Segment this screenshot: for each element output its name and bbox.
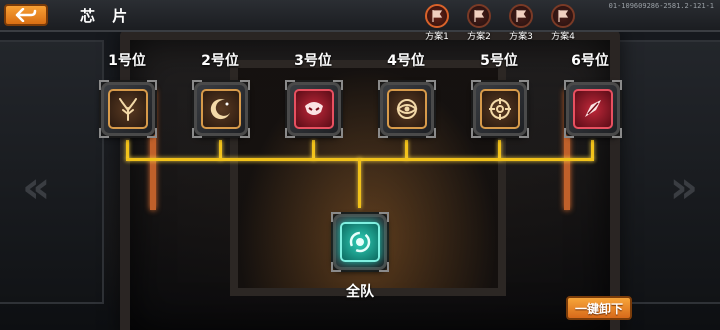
build-id-text: 01-109609286-2581.2-121-1 bbox=[608, 2, 714, 10]
slot-2-label: 2号位 bbox=[201, 53, 239, 69]
chip-slot-3[interactable] bbox=[285, 80, 343, 138]
left-wall-panel: « bbox=[0, 40, 104, 304]
preset-tabs: 方案1 方案2 方案3 方案4 bbox=[420, 4, 580, 42]
page-title: 芯 片 bbox=[80, 7, 134, 25]
connector-team bbox=[358, 158, 361, 208]
slot-6-label: 6号位 bbox=[571, 53, 609, 69]
unequip-all-button[interactable]: 一键卸下 bbox=[566, 296, 632, 320]
flag-icon bbox=[509, 4, 533, 28]
chip-screen: « » 芯 片 01-109609286-2581.2-121-1 方案1 方案… bbox=[0, 0, 720, 330]
team-slot-label: 全队 bbox=[346, 284, 374, 300]
slot-1-label: 1号位 bbox=[108, 53, 146, 69]
preset-tab-1[interactable]: 方案1 bbox=[420, 4, 454, 42]
connector-2 bbox=[219, 140, 222, 160]
connector-5 bbox=[498, 140, 501, 160]
shard-icon bbox=[573, 89, 613, 129]
preset-label: 方案2 bbox=[467, 32, 491, 42]
chevron-left-decor-icon: « bbox=[22, 162, 51, 213]
tree-icon bbox=[108, 89, 148, 129]
crosshair-icon bbox=[480, 89, 520, 129]
flag-icon bbox=[467, 4, 491, 28]
preset-tab-4[interactable]: 方案4 bbox=[546, 4, 580, 42]
preset-label: 方案4 bbox=[551, 32, 575, 42]
back-button[interactable] bbox=[4, 4, 48, 26]
chevron-right-decor-icon: » bbox=[669, 162, 698, 213]
crescent-moon-icon bbox=[201, 89, 241, 129]
preset-tab-3[interactable]: 方案3 bbox=[504, 4, 538, 42]
preset-label: 方案1 bbox=[425, 32, 449, 42]
connector-3 bbox=[312, 140, 315, 160]
right-wall-panel: » bbox=[616, 40, 720, 304]
connector-1 bbox=[126, 140, 129, 160]
slot-5-label: 5号位 bbox=[480, 53, 518, 69]
beast-icon bbox=[294, 89, 334, 129]
chip-slot-1[interactable] bbox=[99, 80, 157, 138]
connector-6 bbox=[591, 140, 594, 160]
preset-label: 方案3 bbox=[509, 32, 533, 42]
preset-tab-2[interactable]: 方案2 bbox=[462, 4, 496, 42]
chip-slot-team[interactable] bbox=[331, 212, 389, 272]
chip-slot-5[interactable] bbox=[471, 80, 529, 138]
slot-3-label: 3号位 bbox=[294, 53, 332, 69]
connector-4 bbox=[405, 140, 408, 160]
chip-slot-6[interactable] bbox=[564, 80, 622, 138]
eye-icon bbox=[387, 89, 427, 129]
slot-4-label: 4号位 bbox=[387, 53, 425, 69]
flag-icon bbox=[425, 4, 449, 28]
flag-icon bbox=[551, 4, 575, 28]
top-bar: 芯 片 01-109609286-2581.2-121-1 bbox=[0, 0, 720, 32]
return-arrow-icon bbox=[15, 8, 37, 22]
chip-slot-2[interactable] bbox=[192, 80, 250, 138]
chip-slot-4[interactable] bbox=[378, 80, 436, 138]
swirl-icon bbox=[340, 222, 380, 262]
